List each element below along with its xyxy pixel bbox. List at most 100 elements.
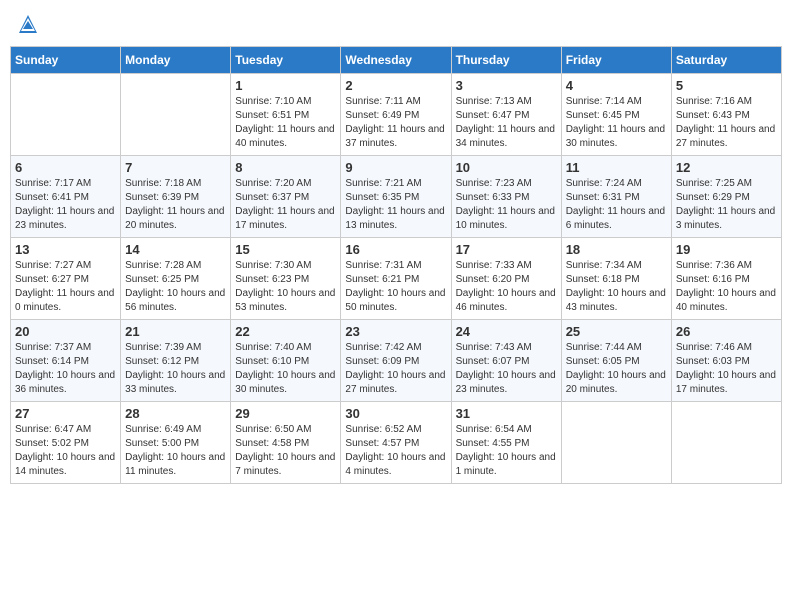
- day-number: 15: [235, 242, 336, 257]
- day-number: 25: [566, 324, 667, 339]
- calendar-table: SundayMondayTuesdayWednesdayThursdayFrid…: [10, 46, 782, 484]
- calendar-cell: 3 Sunrise: 7:13 AM Sunset: 6:47 PM Daylig…: [451, 74, 561, 156]
- day-number: 30: [345, 406, 446, 421]
- calendar-cell: 9 Sunrise: 7:21 AM Sunset: 6:35 PM Daylig…: [341, 156, 451, 238]
- day-info: Sunrise: 7:37 AM Sunset: 6:14 PM Dayligh…: [15, 341, 116, 397]
- day-number: 9: [345, 160, 446, 175]
- day-number: 21: [125, 324, 226, 339]
- day-number: 2: [345, 78, 446, 93]
- day-number: 27: [15, 406, 116, 421]
- calendar-cell: 21 Sunrise: 7:39 AM Sunset: 6:12 PM Dayli…: [121, 320, 231, 402]
- day-number: 24: [456, 324, 557, 339]
- calendar-cell: 14Sunrise: 7:28 AM Sunset: 6:25 PM Dayli…: [121, 238, 231, 320]
- calendar-cell: 27 Sunrise: 6:47 AM Sunset: 5:02 PM Dayli…: [11, 402, 121, 484]
- calendar-cell: 26 Sunrise: 7:46 AM Sunset: 6:03 PM Dayli…: [671, 320, 781, 402]
- day-info: Sunrise: 6:49 AM Sunset: 5:00 PM Dayligh…: [125, 423, 226, 479]
- day-number: 22: [235, 324, 336, 339]
- page-header: [10, 10, 782, 38]
- day-number: 7: [125, 160, 226, 175]
- day-number: 26: [676, 324, 777, 339]
- day-info: Sunrise: 7:33 AM Sunset: 6:20 PM Dayligh…: [456, 259, 557, 315]
- day-info: Sunrise: 7:24 AM Sunset: 6:31 PM Dayligh…: [566, 177, 667, 233]
- day-info: Sunrise: 7:21 AM Sunset: 6:35 PM Dayligh…: [345, 177, 446, 233]
- weekday-header-saturday: Saturday: [671, 47, 781, 74]
- weekday-header-sunday: Sunday: [11, 47, 121, 74]
- day-number: 16: [345, 242, 446, 257]
- calendar-cell: 8Sunrise: 7:20 AM Sunset: 6:37 PM Daylig…: [231, 156, 341, 238]
- weekday-header-tuesday: Tuesday: [231, 47, 341, 74]
- day-info: Sunrise: 7:27 AM Sunset: 6:27 PM Dayligh…: [15, 259, 116, 315]
- day-info: Sunrise: 7:31 AM Sunset: 6:21 PM Dayligh…: [345, 259, 446, 315]
- day-number: 13: [15, 242, 116, 257]
- day-info: Sunrise: 7:39 AM Sunset: 6:12 PM Dayligh…: [125, 341, 226, 397]
- day-number: 6: [15, 160, 116, 175]
- calendar-cell: 20Sunrise: 7:37 AM Sunset: 6:14 PM Dayli…: [11, 320, 121, 402]
- day-info: Sunrise: 7:25 AM Sunset: 6:29 PM Dayligh…: [676, 177, 777, 233]
- calendar-cell: 10 Sunrise: 7:23 AM Sunset: 6:33 PM Dayli…: [451, 156, 561, 238]
- day-number: 19: [676, 242, 777, 257]
- day-number: 29: [235, 406, 336, 421]
- calendar-cell: 19 Sunrise: 7:36 AM Sunset: 6:16 PM Dayli…: [671, 238, 781, 320]
- day-info: Sunrise: 7:10 AM Sunset: 6:51 PM Dayligh…: [235, 95, 336, 151]
- calendar-cell: [11, 74, 121, 156]
- day-info: Sunrise: 7:11 AM Sunset: 6:49 PM Dayligh…: [345, 95, 446, 151]
- calendar-cell: 4 Sunrise: 7:14 AM Sunset: 6:45 PM Daylig…: [561, 74, 671, 156]
- calendar-cell: 28 Sunrise: 6:49 AM Sunset: 5:00 PM Dayli…: [121, 402, 231, 484]
- day-info: Sunrise: 7:40 AM Sunset: 6:10 PM Dayligh…: [235, 341, 336, 397]
- calendar-cell: 24 Sunrise: 7:43 AM Sunset: 6:07 PM Dayli…: [451, 320, 561, 402]
- day-number: 8: [235, 160, 336, 175]
- day-info: Sunrise: 7:14 AM Sunset: 6:45 PM Dayligh…: [566, 95, 667, 151]
- calendar-cell: 31Sunrise: 6:54 AM Sunset: 4:55 PM Dayli…: [451, 402, 561, 484]
- calendar-cell: 22 Sunrise: 7:40 AM Sunset: 6:10 PM Dayli…: [231, 320, 341, 402]
- calendar-cell: 6 Sunrise: 7:17 AM Sunset: 6:41 PM Daylig…: [11, 156, 121, 238]
- day-number: 23: [345, 324, 446, 339]
- day-number: 18: [566, 242, 667, 257]
- day-number: 5: [676, 78, 777, 93]
- calendar-cell: 18 Sunrise: 7:34 AM Sunset: 6:18 PM Dayli…: [561, 238, 671, 320]
- day-info: Sunrise: 7:46 AM Sunset: 6:03 PM Dayligh…: [676, 341, 777, 397]
- day-number: 11: [566, 160, 667, 175]
- day-info: Sunrise: 6:50 AM Sunset: 4:58 PM Dayligh…: [235, 423, 336, 479]
- calendar-cell: 30 Sunrise: 6:52 AM Sunset: 4:57 PM Dayli…: [341, 402, 451, 484]
- day-info: Sunrise: 6:47 AM Sunset: 5:02 PM Dayligh…: [15, 423, 116, 479]
- day-info: Sunrise: 7:43 AM Sunset: 6:07 PM Dayligh…: [456, 341, 557, 397]
- day-info: Sunrise: 7:34 AM Sunset: 6:18 PM Dayligh…: [566, 259, 667, 315]
- day-number: 12: [676, 160, 777, 175]
- weekday-header-thursday: Thursday: [451, 47, 561, 74]
- day-number: 17: [456, 242, 557, 257]
- calendar-cell: 11 Sunrise: 7:24 AM Sunset: 6:31 PM Dayli…: [561, 156, 671, 238]
- calendar-cell: 29 Sunrise: 6:50 AM Sunset: 4:58 PM Dayli…: [231, 402, 341, 484]
- day-info: Sunrise: 7:44 AM Sunset: 6:05 PM Dayligh…: [566, 341, 667, 397]
- day-info: Sunrise: 7:13 AM Sunset: 6:47 PM Dayligh…: [456, 95, 557, 151]
- calendar-cell: [561, 402, 671, 484]
- calendar-cell: 12 Sunrise: 7:25 AM Sunset: 6:29 PM Dayli…: [671, 156, 781, 238]
- calendar-cell: 5 Sunrise: 7:16 AM Sunset: 6:43 PM Daylig…: [671, 74, 781, 156]
- calendar-cell: 1 Sunrise: 7:10 AM Sunset: 6:51 PM Daylig…: [231, 74, 341, 156]
- weekday-header-wednesday: Wednesday: [341, 47, 451, 74]
- day-info: Sunrise: 7:42 AM Sunset: 6:09 PM Dayligh…: [345, 341, 446, 397]
- calendar-cell: [671, 402, 781, 484]
- day-info: Sunrise: 7:16 AM Sunset: 6:43 PM Dayligh…: [676, 95, 777, 151]
- day-info: Sunrise: 7:17 AM Sunset: 6:41 PM Dayligh…: [15, 177, 116, 233]
- day-info: Sunrise: 7:36 AM Sunset: 6:16 PM Dayligh…: [676, 259, 777, 315]
- day-number: 4: [566, 78, 667, 93]
- day-number: 28: [125, 406, 226, 421]
- logo-icon: [18, 14, 38, 34]
- day-number: 3: [456, 78, 557, 93]
- calendar-cell: 13 Sunrise: 7:27 AM Sunset: 6:27 PM Dayli…: [11, 238, 121, 320]
- calendar-cell: 2 Sunrise: 7:11 AM Sunset: 6:49 PM Daylig…: [341, 74, 451, 156]
- calendar-cell: 25 Sunrise: 7:44 AM Sunset: 6:05 PM Dayli…: [561, 320, 671, 402]
- calendar-cell: 17 Sunrise: 7:33 AM Sunset: 6:20 PM Dayli…: [451, 238, 561, 320]
- day-number: 1: [235, 78, 336, 93]
- logo: [18, 14, 40, 34]
- calendar-cell: 7 Sunrise: 7:18 AM Sunset: 6:39 PM Daylig…: [121, 156, 231, 238]
- weekday-header-monday: Monday: [121, 47, 231, 74]
- day-info: Sunrise: 7:23 AM Sunset: 6:33 PM Dayligh…: [456, 177, 557, 233]
- day-number: 14: [125, 242, 226, 257]
- day-number: 31: [456, 406, 557, 421]
- day-number: 10: [456, 160, 557, 175]
- day-info: Sunrise: 7:18 AM Sunset: 6:39 PM Dayligh…: [125, 177, 226, 233]
- weekday-header-friday: Friday: [561, 47, 671, 74]
- calendar-cell: 15Sunrise: 7:30 AM Sunset: 6:23 PM Dayli…: [231, 238, 341, 320]
- day-info: Sunrise: 6:52 AM Sunset: 4:57 PM Dayligh…: [345, 423, 446, 479]
